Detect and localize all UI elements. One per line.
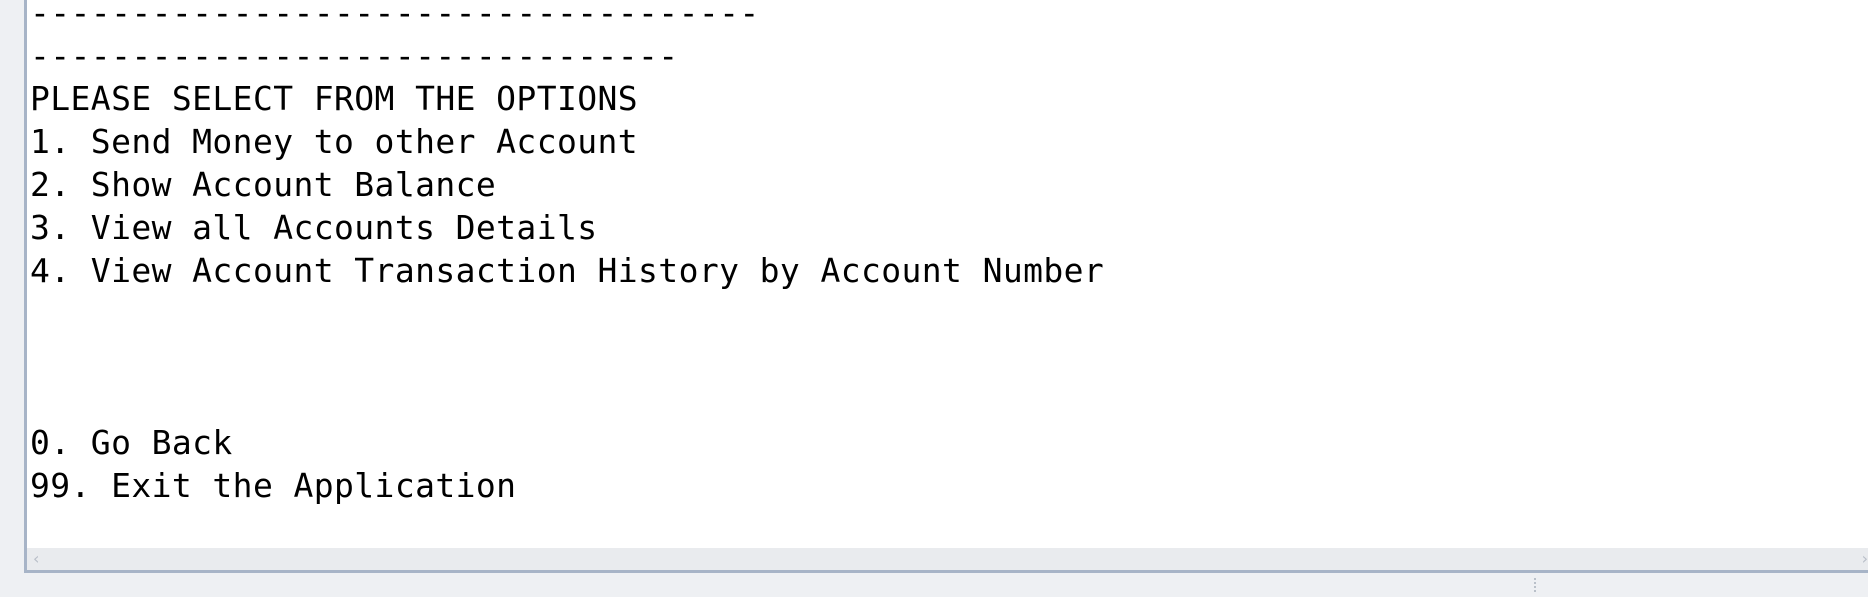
menu-option-3: 3. View all Accounts Details — [30, 208, 598, 247]
separator-line-1: ------------------------------------ — [30, 0, 760, 32]
console-window: ------------------------------------ ---… — [0, 0, 1868, 597]
chevron-right-icon[interactable]: › — [1862, 550, 1868, 568]
console-output-area[interactable]: ------------------------------------ ---… — [27, 0, 1868, 548]
chevron-left-icon[interactable]: ‹ — [33, 550, 39, 568]
menu-option-exit: 99. Exit the Application — [30, 466, 517, 505]
menu-option-2: 2. Show Account Balance — [30, 165, 497, 204]
menu-option-4: 4. View Account Transaction History by A… — [30, 251, 1105, 290]
separator-line-2: -------------------------------- — [30, 36, 679, 75]
menu-prompt: PLEASE SELECT FROM THE OPTIONS — [30, 79, 639, 118]
menu-option-go-back: 0. Go Back — [30, 423, 233, 462]
status-strip — [0, 573, 1868, 597]
console-lines: ------------------------------------ ---… — [30, 0, 1104, 507]
resize-grip-icon[interactable] — [1534, 577, 1536, 593]
menu-option-1: 1. Send Money to other Account — [30, 122, 639, 161]
horizontal-scrollbar[interactable]: ‹ › — [27, 548, 1868, 570]
